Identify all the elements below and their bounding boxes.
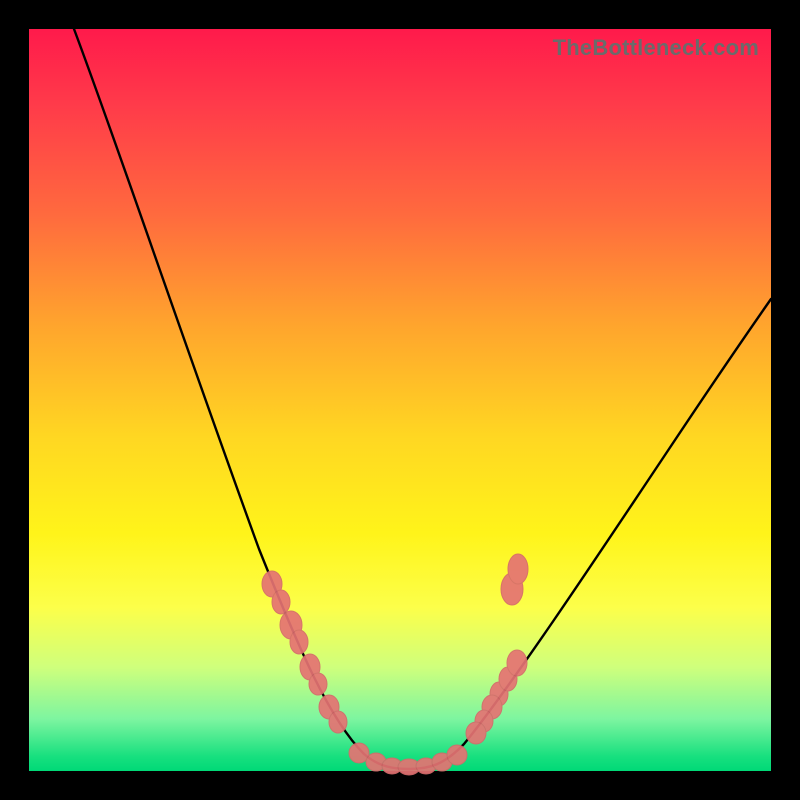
bottleneck-curve xyxy=(74,29,771,769)
plot-area: TheBottleneck.com xyxy=(29,29,771,771)
left-marker-cluster xyxy=(262,571,347,733)
chart-overlay xyxy=(29,29,771,771)
chart-frame: TheBottleneck.com xyxy=(0,0,800,800)
right-marker-cluster xyxy=(466,554,528,744)
floor-marker-cluster xyxy=(349,743,467,775)
